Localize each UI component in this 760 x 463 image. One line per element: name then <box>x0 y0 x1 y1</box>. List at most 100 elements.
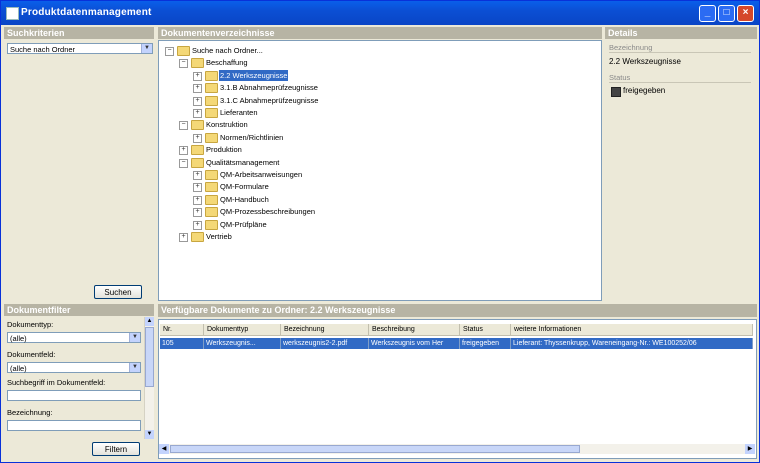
folder-tree[interactable]: − Suche nach Ordner... − Beschaffung +2.2 We… <box>158 40 602 301</box>
tree-node-label: Beschaffung <box>206 58 248 68</box>
scroll-left-icon[interactable]: ◀ <box>159 444 169 454</box>
tree-node-label: Konstruktion <box>206 120 248 130</box>
documents-hscrollbar[interactable]: ◀ ▶ <box>159 444 755 454</box>
bezeichnung-label: Bezeichnung <box>609 43 653 52</box>
filter-panel-header: Dokumentfilter <box>4 304 154 316</box>
folder-tree-panel: Dokumentenverzeichnisse − Suche nach Ordn… <box>158 27 602 301</box>
docfield-label: Dokumentfeld: <box>7 350 56 359</box>
table-cell: 105 <box>160 338 204 349</box>
chevron-down-icon[interactable]: ▼ <box>141 44 152 53</box>
doctype-select[interactable]: (alle) ▼ <box>7 332 141 343</box>
table-cell: Werkszeugnis vom Her <box>369 338 460 349</box>
expand-icon[interactable]: + <box>193 183 202 193</box>
table-cell: werkszeugnis2-2.pdf <box>281 338 369 349</box>
search-mode-value: Suche nach Ordner <box>10 45 76 54</box>
folder-icon <box>177 46 190 56</box>
search-panel: Suchkriterien Suche nach Ordner ▼ Suchen <box>4 27 154 301</box>
filter-scrollbar[interactable]: ▲ ▼ <box>144 317 154 439</box>
folder-icon <box>191 157 204 168</box>
close-button[interactable]: × <box>737 5 754 22</box>
column-header[interactable]: weitere Informationen <box>511 324 753 336</box>
search-mode-select[interactable]: Suche nach Ordner ▼ <box>7 43 153 54</box>
divider <box>609 82 751 83</box>
title-bar[interactable]: Produktdatenmanagement _ □ × <box>1 1 759 25</box>
docfield-select[interactable]: (alle) ▼ <box>7 362 141 373</box>
column-header[interactable]: Status <box>460 324 511 336</box>
collapse-icon[interactable]: − <box>179 121 188 131</box>
folder-icon <box>205 170 218 180</box>
divider <box>609 52 751 53</box>
documents-panel: Verfügbare Dokumente zu Ordner: 2.2 Werk… <box>158 304 757 459</box>
tree-node-label: Suche nach Ordner... <box>192 46 263 55</box>
docfield-value: (alle) <box>10 364 27 373</box>
tree-node-label: QM-Prozessbeschreibungen <box>220 207 316 217</box>
collapse-icon[interactable]: − <box>165 47 174 56</box>
folder-icon <box>205 219 218 230</box>
folder-icon <box>205 132 218 143</box>
expand-icon[interactable]: + <box>179 233 188 242</box>
expand-icon[interactable]: + <box>193 96 202 106</box>
tree-node-label: Vertrieb <box>206 232 232 241</box>
tree-node-label: Qualitätsmanagement <box>206 157 280 167</box>
column-header[interactable]: Nr. <box>160 324 204 336</box>
tree-node-label: 3.1.B Abnahmeprüfzeugnisse <box>220 83 318 93</box>
collapse-icon[interactable]: − <box>179 59 188 69</box>
tree-node-label: 3.1.C Abnahmeprüfzeugnisse <box>220 95 319 105</box>
scroll-thumb[interactable] <box>145 327 154 387</box>
minimize-button[interactable]: _ <box>699 5 716 22</box>
status-value: freigegeben <box>623 86 666 95</box>
table-cell: freigegeben <box>460 338 511 349</box>
column-header[interactable]: Dokumenttyp <box>204 324 281 336</box>
tree-node-label: Lieferanten <box>220 108 258 117</box>
search-panel-header: Suchkriterien <box>4 27 154 39</box>
scroll-thumb[interactable] <box>170 445 580 453</box>
expand-icon[interactable]: + <box>193 84 202 94</box>
folder-icon <box>191 232 204 242</box>
collapse-icon[interactable]: − <box>179 158 188 168</box>
expand-icon[interactable]: + <box>193 71 202 81</box>
folder-icon <box>205 70 218 81</box>
tree-node-label: QM-Handbuch <box>220 194 269 204</box>
maximize-button[interactable]: □ <box>718 5 735 22</box>
folder-icon <box>205 194 218 205</box>
details-panel: Details Bezeichnung 2.2 Werkszeugnisse S… <box>605 27 757 301</box>
window-title: Produktdatenmanagement <box>21 7 152 18</box>
scroll-right-icon[interactable]: ▶ <box>745 444 755 454</box>
folder-icon <box>205 83 218 94</box>
search-term-input[interactable] <box>7 390 141 401</box>
expand-icon[interactable]: + <box>193 109 202 118</box>
folder-icon <box>205 182 218 193</box>
folder-icon <box>205 95 218 106</box>
folder-icon <box>191 58 204 69</box>
chevron-down-icon[interactable]: ▼ <box>129 333 140 342</box>
tree-panel-header: Dokumentenverzeichnisse <box>158 27 602 39</box>
scroll-up-icon[interactable]: ▲ <box>145 317 154 326</box>
scroll-down-icon[interactable]: ▼ <box>145 430 154 439</box>
search-term-label: Suchbegriff im Dokumentfeld: <box>7 378 106 387</box>
folder-icon <box>205 108 218 118</box>
table-cell: Werkszeugnis... <box>204 338 281 349</box>
expand-icon[interactable]: + <box>193 171 202 180</box>
expand-icon[interactable]: + <box>193 208 202 218</box>
tree-node-label: QM-Prüfpläne <box>220 219 267 229</box>
bezeichnung-value: 2.2 Werkszeugnisse <box>609 57 681 66</box>
designation-input[interactable] <box>7 420 141 431</box>
search-button[interactable]: Suchen <box>94 285 142 299</box>
status-label: Status <box>609 73 631 82</box>
filter-button[interactable]: Filtern <box>92 442 140 456</box>
table-cell: Lieferant: Thyssenkrupp, Wareneingang-Nr… <box>511 338 753 349</box>
doctype-value: (alle) <box>10 334 27 343</box>
filter-panel: Dokumentfilter Dokumenttyp: (alle) ▼ Dok… <box>4 304 154 459</box>
chevron-down-icon[interactable]: ▼ <box>129 363 140 372</box>
app-icon <box>6 7 19 20</box>
expand-icon[interactable]: + <box>193 220 202 230</box>
expand-icon[interactable]: + <box>193 195 202 205</box>
column-header[interactable]: Beschreibung <box>369 324 460 336</box>
details-panel-header: Details <box>605 27 757 39</box>
expand-icon[interactable]: + <box>179 146 188 156</box>
tree-node-label: Normen/Richtlinien <box>220 132 284 142</box>
column-header[interactable]: Bezeichnung <box>281 324 369 336</box>
status-icon <box>611 87 621 97</box>
doctype-label: Dokumenttyp: <box>7 320 54 329</box>
expand-icon[interactable]: + <box>193 133 202 143</box>
